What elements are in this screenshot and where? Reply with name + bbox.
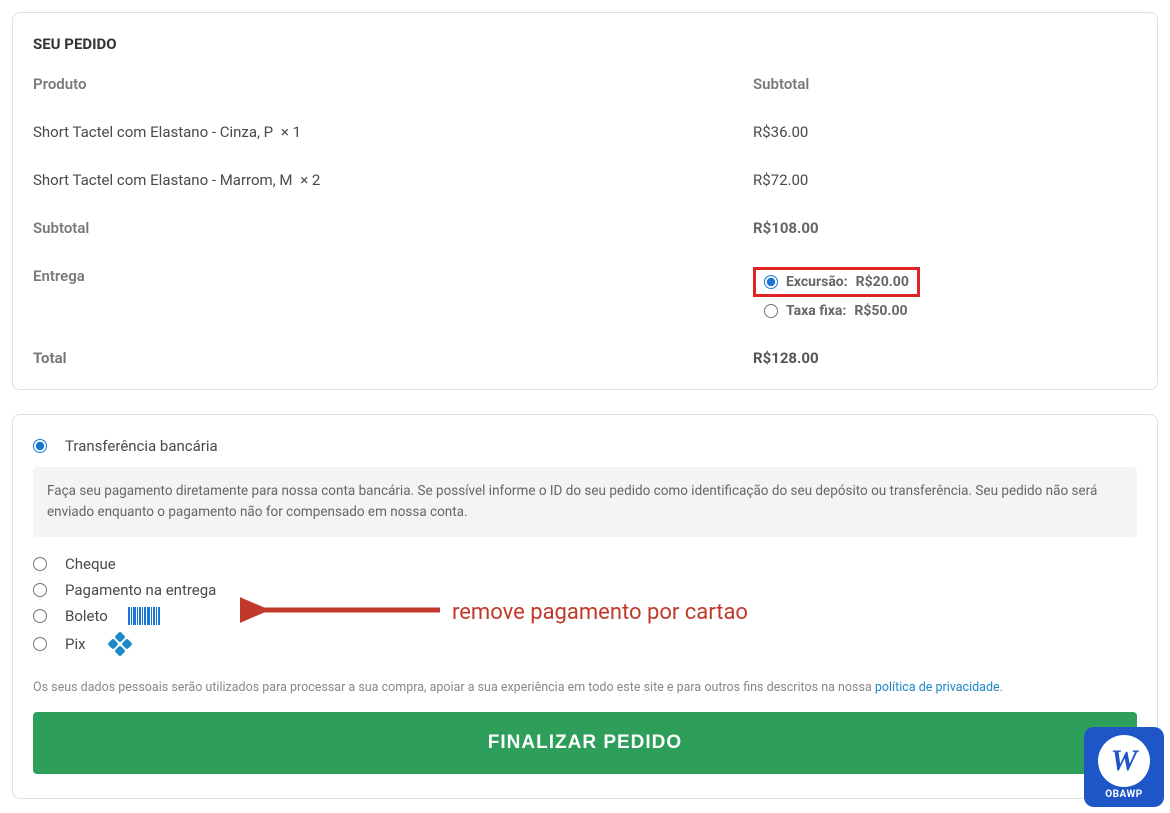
- total-row: Total R$128.00: [33, 349, 1137, 367]
- product-qty: × 2: [300, 171, 320, 189]
- privacy-text-content: Os seus dados pessoais serão utilizados …: [33, 680, 875, 695]
- payment-label: Cheque: [65, 555, 116, 573]
- payment-radio[interactable]: [33, 557, 47, 571]
- subtotal-row: Subtotal R$108.00: [33, 219, 1137, 237]
- payment-radio[interactable]: [33, 637, 47, 651]
- payment-option-pix[interactable]: Pix: [33, 633, 1137, 655]
- payment-radio[interactable]: [33, 439, 47, 453]
- shipping-option-price: R$20.00: [856, 274, 909, 290]
- shipping-row: Entrega Excursão: R$20.00 Taxa fixa: R$5…: [33, 267, 1137, 319]
- shipping-option-taxa-fixa[interactable]: Taxa fixa: R$50.00: [753, 303, 1137, 319]
- privacy-policy-link[interactable]: política de privacidade: [875, 680, 1000, 695]
- order-item-row: Short Tactel com Elastano - Marrom, M × …: [33, 171, 1137, 189]
- badge-letter: W: [1111, 744, 1138, 778]
- pix-icon: [106, 633, 134, 655]
- period: .: [1000, 680, 1003, 695]
- shipping-option-excursao[interactable]: Excursão: R$20.00: [753, 267, 920, 297]
- payment-label: Pagamento na entrega: [65, 581, 216, 599]
- product-price: R$72.00: [753, 171, 1137, 189]
- order-item-row: Short Tactel com Elastano - Cinza, P × 1…: [33, 123, 1137, 141]
- payment-radio[interactable]: [33, 583, 47, 597]
- badge-label: OBAWP: [1105, 789, 1142, 800]
- place-order-button[interactable]: FINALIZAR PEDIDO: [33, 712, 1137, 774]
- order-summary-card: SEU PEDIDO Produto Subtotal Short Tactel…: [12, 12, 1158, 390]
- order-header-row: Produto Subtotal: [33, 75, 1137, 93]
- shipping-option-label: Taxa fixa:: [786, 303, 846, 319]
- payment-option-cash-on-delivery[interactable]: Pagamento na entrega: [33, 581, 1137, 599]
- payment-description: Faça seu pagamento diretamente para noss…: [33, 467, 1137, 537]
- privacy-text: Os seus dados pessoais serão utilizados …: [33, 679, 1137, 698]
- payment-option-cheque[interactable]: Cheque: [33, 555, 1137, 573]
- subtotal-label: Subtotal: [33, 219, 753, 237]
- shipping-option-price: R$50.00: [854, 303, 907, 319]
- total-value: R$128.00: [753, 349, 1137, 367]
- product-price: R$36.00: [753, 123, 1137, 141]
- payment-options-list: Cheque Pagamento na entrega Boleto Pix: [33, 555, 1137, 655]
- subtotal-header: Subtotal: [753, 75, 1137, 93]
- payment-card: Transferência bancária Faça seu pagament…: [12, 414, 1158, 799]
- barcode-icon: [128, 607, 160, 625]
- shipping-label: Entrega: [33, 267, 753, 285]
- payment-label: Pix: [65, 635, 86, 653]
- shipping-option-label: Excursão:: [786, 274, 848, 290]
- payment-radio[interactable]: [33, 609, 47, 623]
- shipping-radio[interactable]: [764, 304, 778, 318]
- subtotal-value: R$108.00: [753, 219, 1137, 237]
- obawp-badge[interactable]: W OBAWP: [1084, 727, 1164, 807]
- shipping-options: Excursão: R$20.00 Taxa fixa: R$50.00: [753, 267, 1137, 319]
- payment-label: Boleto: [65, 607, 108, 625]
- badge-circle: W: [1098, 735, 1150, 787]
- total-label: Total: [33, 349, 753, 367]
- product-name: Short Tactel com Elastano - Marrom, M: [33, 171, 292, 189]
- shipping-radio[interactable]: [764, 275, 778, 289]
- product-qty: × 1: [281, 123, 301, 141]
- product-header: Produto: [33, 75, 753, 93]
- payment-option-boleto[interactable]: Boleto: [33, 607, 1137, 625]
- product-name: Short Tactel com Elastano - Cinza, P: [33, 123, 273, 141]
- payment-label: Transferência bancária: [65, 437, 218, 455]
- order-title: SEU PEDIDO: [33, 35, 1137, 53]
- payment-option-bank-transfer[interactable]: Transferência bancária: [33, 437, 1137, 455]
